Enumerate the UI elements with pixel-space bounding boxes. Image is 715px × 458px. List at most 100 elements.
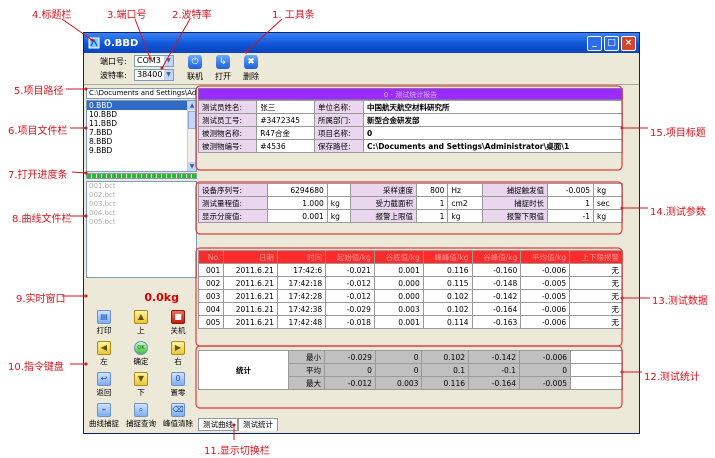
down-key[interactable]: ▼ 下 [123,372,159,398]
project-field-label: 被测物编号: [197,139,258,153]
up-key[interactable]: ▲ 上 [123,310,159,336]
capture-query-key[interactable]: ⌕ 捕捉查询 [123,403,159,429]
delete-label: 删除 [243,72,259,81]
back-icon: ↩ [97,372,111,386]
param-label: 捕捉触发值 [481,183,549,197]
curve-file-item[interactable]: 004.bct [87,209,196,218]
tab-test-curve[interactable]: 测试曲线 [198,418,238,431]
stats-label: 统计 [198,350,289,390]
maximize-button[interactable]: □ [604,35,619,51]
data-cell: -0.012 [325,289,375,303]
project-field-value: 中国航天航空材料研究所 [362,100,624,114]
data-cell: -0.160 [471,263,522,277]
param-value: -0.005 [547,183,595,197]
data-column-header: 上下限报警 [569,250,623,264]
data-cell: 005 [197,315,225,329]
data-column-header: 时间 [276,250,327,264]
stats-empty-cell [570,363,623,377]
curve-file-item[interactable]: 002.bct [87,191,196,200]
param-value: 1 [415,196,449,210]
project-path: C:\Documents and Settings\Admi [86,88,197,99]
project-info-row: 被测物编号: #4536 保存路径: C:\Documents and Setting… [197,139,624,153]
file-list-scrollbar[interactable]: ▲ ▼ [187,101,196,171]
print-key[interactable]: ▤ 打印 [86,310,122,336]
delete-button[interactable]: ✖ 删除 [238,55,264,83]
baud-value: 38400 [137,70,163,79]
param-row: 测试量程值: 1.000 kg 受力截面积 1 cm2 捕捉时长 1 sec [197,196,623,210]
curve-file-item[interactable]: 003.bct [87,200,196,209]
stats-empty-cell [570,350,623,364]
left-key[interactable]: ◀ 左 [86,341,122,367]
data-cell: 无 [569,263,623,277]
realtime-value: 0.0kg [144,291,179,304]
project-field-value: 0 [362,126,624,140]
project-file-item[interactable]: 11.BBD [87,119,196,128]
right-label: 右 [174,357,182,366]
curve-file-item[interactable]: 001.bct [87,182,196,191]
curve-capture-label: 曲线捕捉 [89,419,119,428]
curve-capture-key[interactable]: ⌁ 曲线捕捉 [86,403,122,429]
data-cell: -0.006 [520,302,571,316]
table-row: 003 2011.6.21 17:42:28 -0.012 0.000 0.102 -0.1… [197,289,623,303]
shutdown-key[interactable]: ■ 关机 [160,310,196,336]
curve-file-list[interactable]: 001.bct 002.bct 003.bct 004.bct 005.bct [86,181,197,278]
test-stats-panel: 统计 最小 -0.029 0 0.102 -0.142 -0.006 平均 0 0 0.1 -0.1 0… [198,350,623,390]
scroll-down-icon[interactable]: ▼ [188,162,196,171]
param-value: 1.000 [267,196,328,210]
stats-cell: -0.012 [323,376,376,390]
annotation-toolbar: 1. 工具条 [272,10,315,21]
project-field-label: 保存路径: [314,139,364,153]
data-column-header: 起始值/kg [325,250,375,264]
tab-test-stats[interactable]: 测试统计 [238,418,278,431]
confirm-key[interactable]: OK 确定 [123,341,159,367]
scroll-up-icon[interactable]: ▲ [188,101,196,110]
project-field-label: 被测物名称: [197,126,258,140]
display-switch-tabs: 测试曲线 测试统计 [198,418,278,432]
param-unit: kg [593,183,623,197]
project-file-list[interactable]: 0.BBD 10.BBD 11.BBD 7.BBD 8.BBD 9.BBD ▲ … [86,100,197,172]
annotation-project-path: 5.项目路径 [14,86,64,97]
project-field-value: #4536 [256,139,316,153]
stats-cell: -0.1 [468,363,520,377]
data-column-header: 平均值/kg [520,250,571,264]
right-key[interactable]: ▶ 右 [160,341,196,367]
close-button[interactable]: × [621,35,636,51]
scroll-thumb[interactable] [188,111,196,129]
data-cell: -0.006 [520,315,571,329]
project-file-item[interactable]: 8.BBD [87,137,196,146]
port-value: COM3 [137,56,161,65]
back-key[interactable]: ↩ 返回 [86,372,122,398]
data-column-header: 峰峰值/kg [422,250,473,264]
app-icon [88,37,100,49]
test-params-table: 设备序列号: 6294680 采样速度 800 Hz 捕捉触发值 -0.005 kg 测试量程值… [197,183,623,223]
param-unit: cm2 [447,196,483,210]
data-cell: -0.163 [471,315,522,329]
zero-icon: 0 [171,372,185,386]
open-progress-bar [86,173,197,179]
project-field-label: 单位名称: [314,100,364,114]
peak-clear-key[interactable]: ⌫ 峰值清除 [160,403,196,429]
project-file-item[interactable]: 9.BBD [87,146,196,155]
project-file-item[interactable]: 7.BBD [87,128,196,137]
project-file-item[interactable]: 10.BBD [87,110,196,119]
project-file-item[interactable]: 0.BBD [87,101,196,110]
minimize-button[interactable]: _ [587,35,602,51]
port-select[interactable]: COM3 ▼ [134,55,174,67]
param-value: 0.001 [267,209,328,223]
data-cell: 无 [569,289,623,303]
back-label: 返回 [96,388,112,397]
project-field-value: R47合金 [256,126,316,140]
baud-select[interactable]: 38400 ▼ [134,69,174,81]
connect-button[interactable]: ⏻ 联机 [182,55,208,83]
data-cell: 0.003 [373,302,424,316]
arrow-down-icon: ▼ [134,372,148,386]
annotation-title-bar: 4.标题栏 [32,10,72,21]
param-value: -1 [547,209,595,223]
curve-file-item[interactable]: 005.bct [87,218,196,227]
zero-key[interactable]: 0 置零 [160,372,196,398]
open-button[interactable]: ↳ 打开 [210,55,236,83]
param-label: 设备序列号: [197,183,269,197]
annotation-display-switch: 11.显示切换栏 [204,446,270,457]
window-title: 0.BBD [104,37,139,49]
data-cell: 17:42:6 [276,263,327,277]
